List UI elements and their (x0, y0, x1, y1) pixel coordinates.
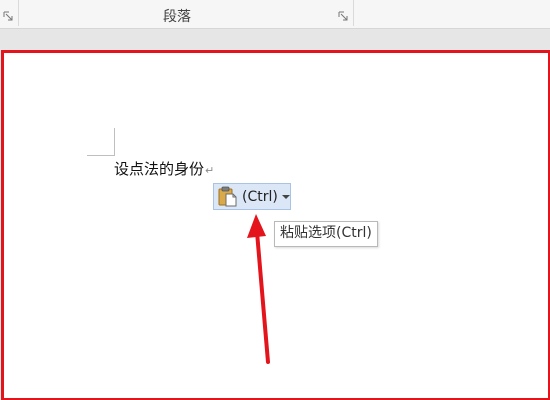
paragraph-dialog-launcher-icon[interactable] (338, 11, 349, 22)
clipboard-paste-icon (218, 186, 237, 207)
paragraph-mark: ↵ (205, 164, 215, 177)
document-text-line[interactable]: 设点法的身份↵ (114, 158, 214, 179)
ribbon-divider (353, 0, 354, 26)
dialog-launcher-icon[interactable] (3, 11, 14, 22)
ribbon: 段落 (0, 0, 550, 29)
dropdown-arrow-icon[interactable] (281, 194, 290, 200)
paste-options-tooltip: 粘贴选项(Ctrl) (274, 221, 378, 247)
margin-corner-mark (87, 128, 115, 156)
paste-options-button[interactable]: (Ctrl) (213, 183, 291, 210)
ribbon-group-label-paragraph: 段落 (163, 9, 191, 25)
document-text: 设点法的身份 (114, 160, 205, 178)
paste-options-label: (Ctrl) (242, 188, 278, 205)
word-window: 段落 设点法的身份↵ (Ctrl) 粘贴选项(Ctrl) (0, 0, 550, 400)
ribbon-bottom-bar (0, 29, 550, 49)
ribbon-divider (18, 0, 19, 26)
